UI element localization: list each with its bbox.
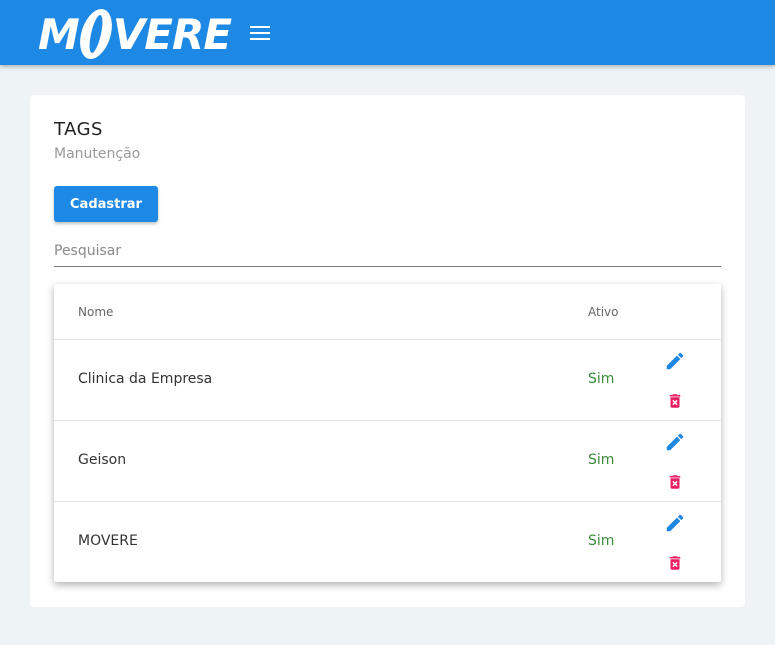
logo-text-right: VERE	[112, 9, 232, 59]
row-active-status: Sim	[588, 533, 615, 549]
logo-text-left: M	[38, 9, 80, 59]
row-name: Clinica da Empresa	[78, 371, 213, 387]
page-subtitle: Manutenção	[54, 146, 141, 162]
row-name: Geison	[78, 452, 127, 468]
edit-pencil-icon[interactable]	[664, 431, 686, 453]
table-header: Nome Ativo	[54, 284, 721, 340]
hamburger-icon[interactable]	[248, 22, 272, 44]
delete-trash-icon[interactable]	[666, 390, 684, 412]
tags-panel: TAGS Manutenção Cadastrar Nome Ativo Cli…	[30, 95, 745, 607]
search-input[interactable]	[54, 238, 721, 264]
delete-trash-icon[interactable]	[666, 552, 684, 574]
column-header-ativo[interactable]: Ativo	[588, 305, 618, 319]
table-row: MOVERE Sim	[54, 502, 721, 582]
table-row: Clinica da Empresa Sim	[54, 340, 721, 421]
top-app-bar: M VERE	[0, 0, 775, 65]
row-active-status: Sim	[588, 371, 615, 387]
edit-pencil-icon[interactable]	[664, 350, 686, 372]
tags-table: Nome Ativo Clinica da Empresa Sim Geison…	[54, 284, 721, 582]
column-header-nome[interactable]: Nome	[78, 305, 113, 319]
cadastrar-button[interactable]: Cadastrar	[54, 186, 158, 222]
row-name: MOVERE	[78, 533, 138, 549]
movere-logo[interactable]: M VERE	[38, 8, 232, 60]
search-field	[54, 238, 721, 267]
table-row: Geison Sim	[54, 421, 721, 502]
edit-pencil-icon[interactable]	[664, 512, 686, 534]
page-title: TAGS	[54, 119, 103, 140]
delete-trash-icon[interactable]	[666, 471, 684, 493]
logo-o-mark-icon	[75, 9, 117, 59]
row-active-status: Sim	[588, 452, 615, 468]
